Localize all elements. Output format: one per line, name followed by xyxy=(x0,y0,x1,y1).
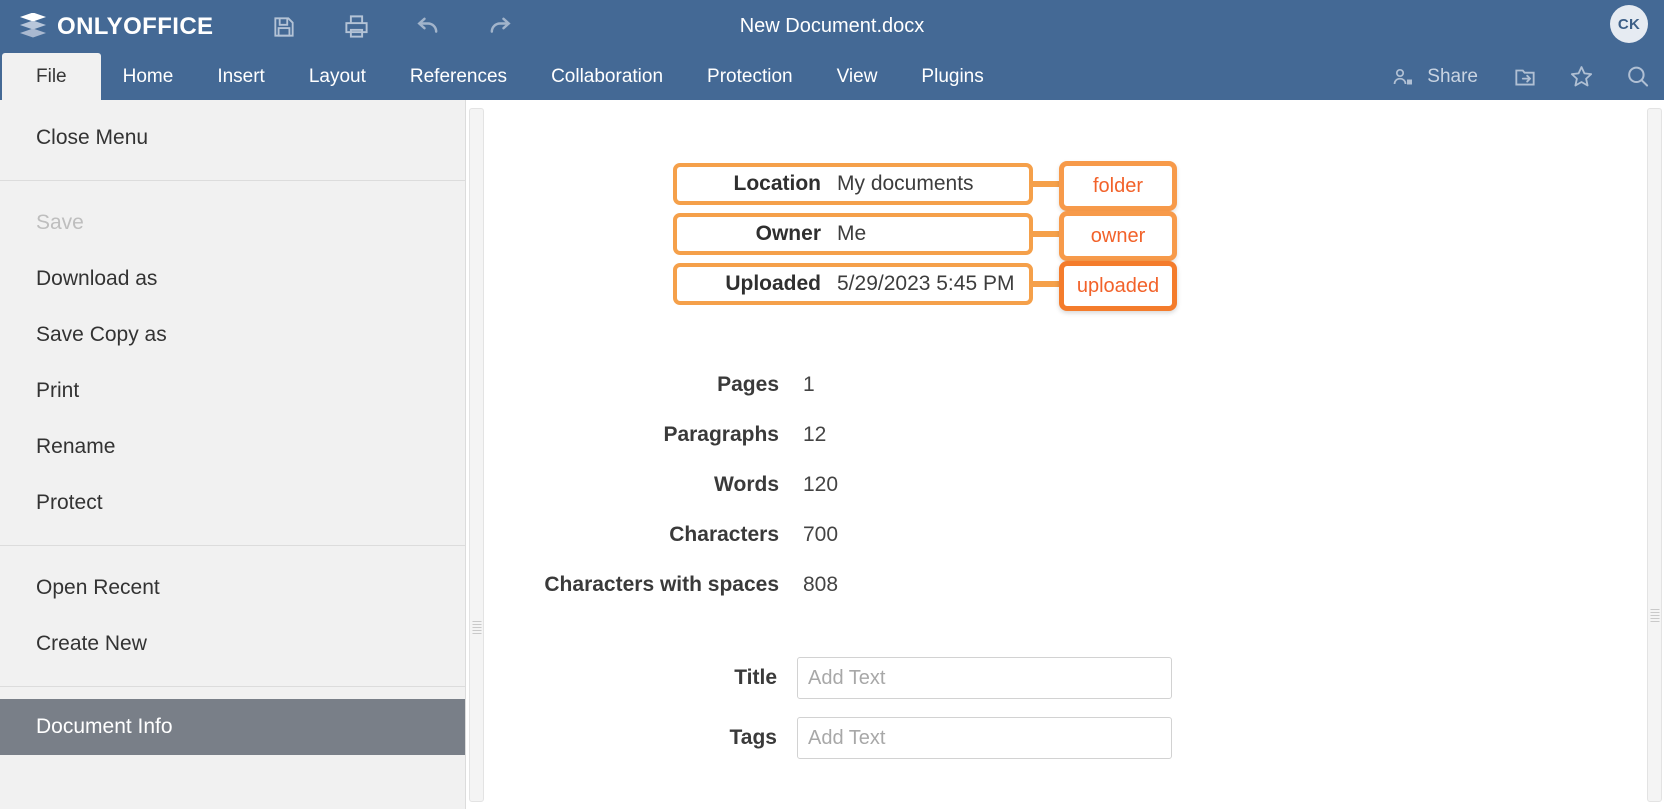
user-avatar[interactable]: CK xyxy=(1610,5,1648,43)
stat-row-pages: Pages 1 xyxy=(487,360,838,410)
menu-item-download-as[interactable]: Download as xyxy=(0,251,465,307)
menu-item-rename[interactable]: Rename xyxy=(0,419,465,475)
content-scrollbar-grip[interactable] xyxy=(1650,609,1659,624)
menu-item-protect[interactable]: Protect xyxy=(0,475,465,531)
field-row-title: Title xyxy=(487,648,1172,708)
redo-icon[interactable] xyxy=(483,10,517,44)
characters-label: Characters xyxy=(669,523,779,546)
undo-icon[interactable] xyxy=(411,10,445,44)
characters-value: 700 xyxy=(803,523,839,546)
paragraphs-value: 12 xyxy=(803,423,827,446)
title-input[interactable] xyxy=(797,657,1172,699)
tab-plugins[interactable]: Plugins xyxy=(899,53,1005,100)
print-icon[interactable] xyxy=(339,10,373,44)
content-scrollbar-track[interactable] xyxy=(1647,108,1662,802)
tags-input[interactable] xyxy=(797,717,1172,759)
app-logo[interactable]: ONLYOFFICE xyxy=(18,12,213,42)
ribbon-tab-bar: File Home Insert Layout References Colla… xyxy=(0,53,1664,100)
location-field: Location My documents xyxy=(673,163,1033,205)
document-title: New Document.docx xyxy=(739,15,925,37)
document-statistics: Pages 1 Paragraphs 12 Words 120 Characte… xyxy=(487,360,838,610)
title-bar: ONLYOFFICE New Document.docx CK xyxy=(0,0,1664,53)
document-info-pane: Location My documents folder Owner Me ow… xyxy=(487,100,1664,809)
onlyoffice-layers-icon xyxy=(18,12,48,42)
tags-label: Tags xyxy=(729,726,777,749)
stat-row-words: Words 120 xyxy=(487,460,838,510)
onlyoffice-document-editor: ONLYOFFICE New Document.docx CK File Hom… xyxy=(0,0,1664,809)
pages-value: 1 xyxy=(803,373,815,396)
menu-group-file-actions: Save Download as Save Copy as Print Rena… xyxy=(0,181,465,546)
tab-view[interactable]: View xyxy=(815,53,900,100)
content-scrollbar[interactable] xyxy=(1644,100,1664,809)
menu-group-close: Close Menu xyxy=(0,100,465,181)
tab-file[interactable]: File xyxy=(2,53,101,100)
menu-item-open-recent[interactable]: Open Recent xyxy=(0,560,465,616)
tab-home[interactable]: Home xyxy=(101,53,196,100)
characters-with-spaces-value: 808 xyxy=(803,573,839,596)
brand-label: ONLYOFFICE xyxy=(57,12,214,40)
owner-field: Owner Me xyxy=(673,213,1033,255)
menu-item-save-copy-as[interactable]: Save Copy as xyxy=(0,307,465,363)
menu-group-info: Document Info xyxy=(0,687,465,755)
menu-item-close-menu[interactable]: Close Menu xyxy=(0,110,465,166)
search-icon[interactable] xyxy=(1622,62,1652,92)
annotation-uploaded: uploaded xyxy=(1059,261,1177,311)
share-label: Share xyxy=(1427,65,1478,87)
stat-row-characters-with-spaces: Characters with spaces 808 xyxy=(487,560,838,610)
characters-with-spaces-label: Characters with spaces xyxy=(544,573,779,596)
menu-scrollbar-grip[interactable] xyxy=(472,621,481,636)
ribbon-right-actions: Share xyxy=(1382,53,1652,100)
location-label: Location xyxy=(733,172,822,195)
file-menu-panel: Close Menu Save Download as Save Copy as… xyxy=(0,100,466,809)
menu-scrollbar[interactable] xyxy=(466,100,486,809)
menu-item-create-new[interactable]: Create New xyxy=(0,616,465,672)
open-location-icon[interactable] xyxy=(1510,62,1540,92)
stat-row-characters: Characters 700 xyxy=(487,510,838,560)
words-value: 120 xyxy=(803,473,839,496)
paragraphs-label: Paragraphs xyxy=(663,423,779,446)
uploaded-label: Uploaded xyxy=(725,272,821,295)
tab-layout[interactable]: Layout xyxy=(287,53,388,100)
menu-item-save[interactable]: Save xyxy=(0,195,465,251)
tab-collaboration[interactable]: Collaboration xyxy=(529,53,685,100)
tab-insert[interactable]: Insert xyxy=(195,53,287,100)
pages-label: Pages xyxy=(717,373,779,396)
menu-item-document-info[interactable]: Document Info xyxy=(0,699,465,755)
field-row-tags: Tags xyxy=(487,708,1172,768)
tab-references[interactable]: References xyxy=(388,53,529,100)
share-button[interactable]: Share xyxy=(1382,62,1484,92)
save-icon[interactable] xyxy=(267,10,301,44)
location-value: My documents xyxy=(837,172,974,195)
title-label: Title xyxy=(734,666,777,689)
stat-row-paragraphs: Paragraphs 12 xyxy=(487,410,838,460)
menu-group-open-create: Open Recent Create New xyxy=(0,546,465,687)
menu-item-print[interactable]: Print xyxy=(0,363,465,419)
uploaded-field: Uploaded 5/29/2023 5:45 PM xyxy=(673,263,1033,305)
owner-label: Owner xyxy=(755,222,821,245)
tab-protection[interactable]: Protection xyxy=(685,53,815,100)
menu-scrollbar-track[interactable] xyxy=(469,108,484,802)
document-metadata-fields: Title Tags xyxy=(487,648,1172,768)
owner-value: Me xyxy=(837,222,867,245)
annotation-owner: owner xyxy=(1059,211,1177,261)
share-people-icon xyxy=(1388,62,1418,92)
words-label: Words xyxy=(714,473,779,496)
uploaded-value: 5/29/2023 5:45 PM xyxy=(837,272,1015,295)
favorite-star-icon[interactable] xyxy=(1566,62,1596,92)
annotation-folder: folder xyxy=(1059,161,1177,211)
quick-access-toolbar xyxy=(267,10,517,44)
